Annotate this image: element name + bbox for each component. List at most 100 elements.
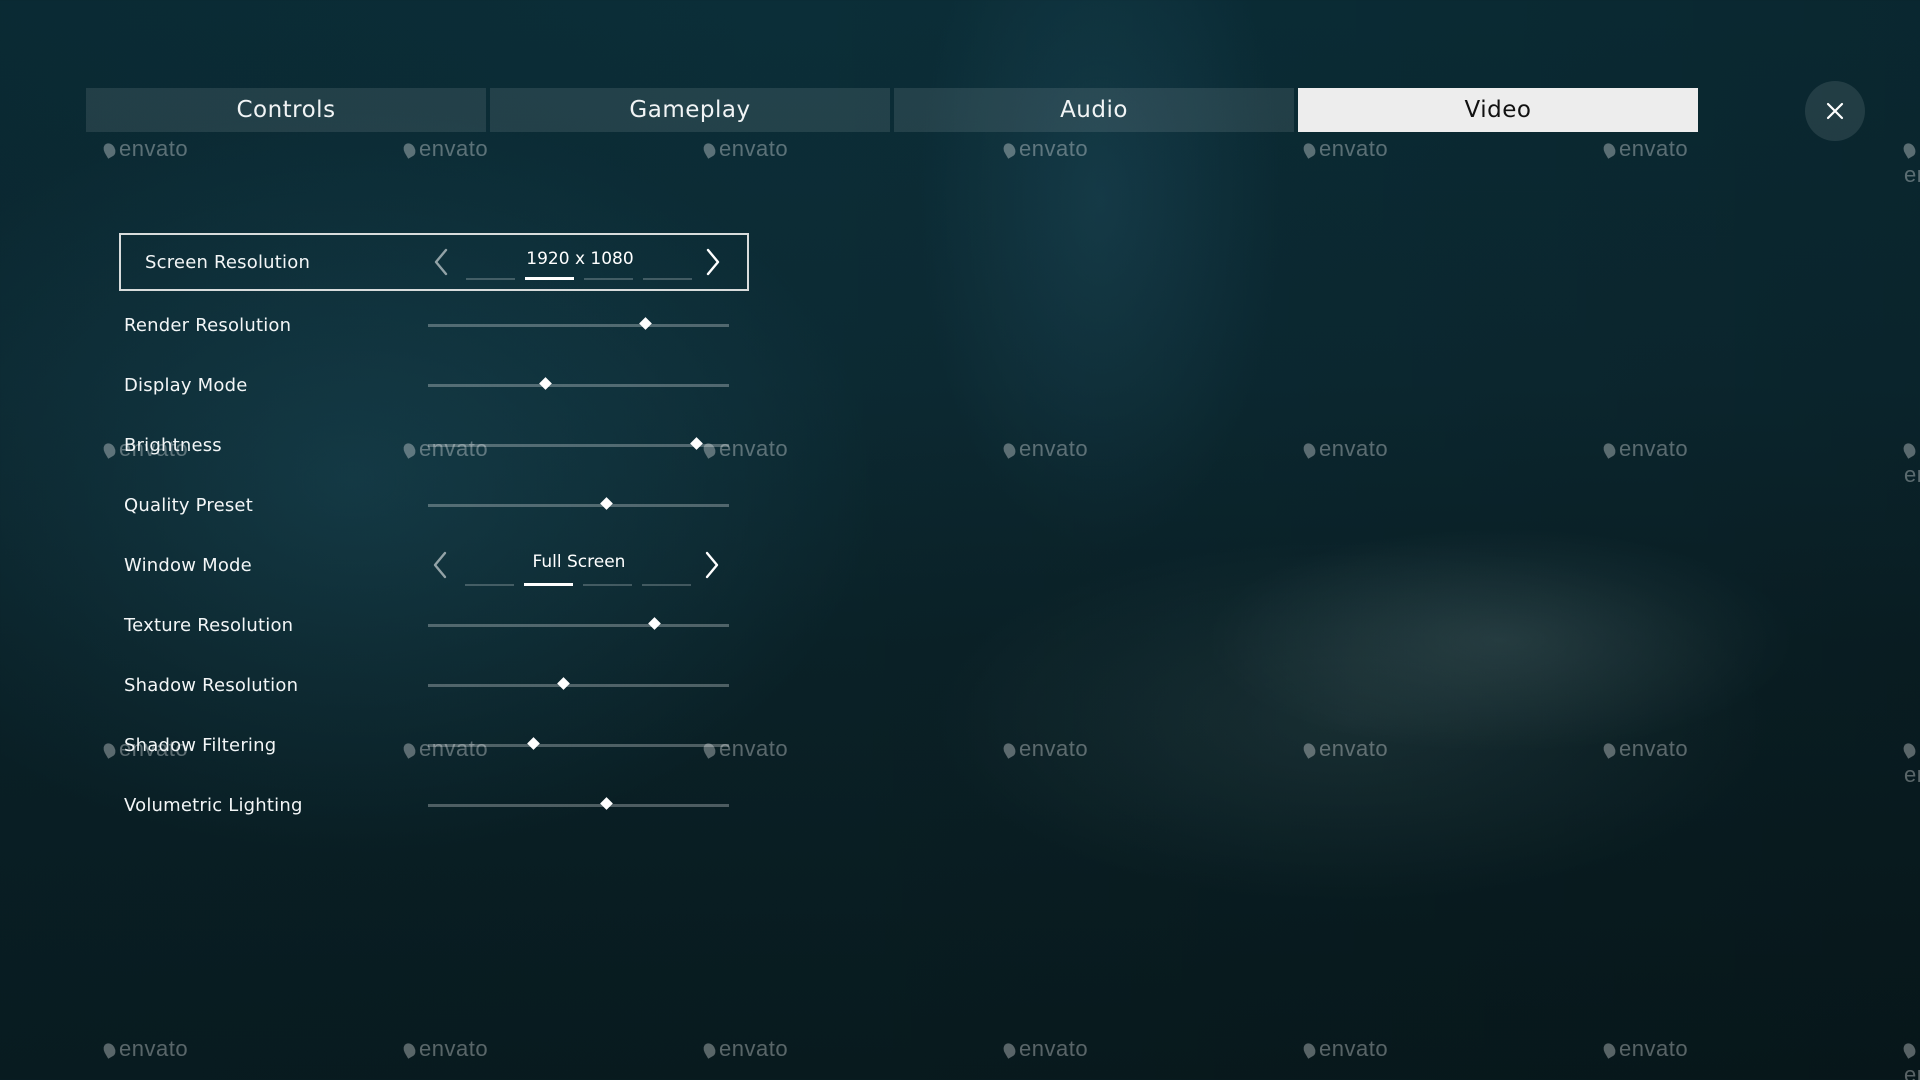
watermark-text: envato (1019, 1036, 1089, 1061)
tab-controls[interactable]: Controls (86, 88, 486, 132)
option-indicator (465, 583, 691, 586)
option-pip (465, 584, 514, 586)
watermark-text: envato (719, 136, 789, 161)
settings-tabs: Controls Gameplay Audio Video (86, 88, 1698, 132)
watermark: envato (1901, 1036, 1920, 1080)
slider-handle[interactable] (539, 377, 553, 390)
watermark: envato (101, 136, 189, 162)
brightness-slider[interactable] (428, 437, 729, 450)
option-pip (525, 277, 574, 280)
chevron-right-icon[interactable] (703, 247, 723, 277)
setting-row-render-resolution[interactable]: Render Resolution (119, 295, 749, 355)
watermark-text: envato (1904, 1062, 1920, 1080)
envato-leaf-icon (401, 141, 418, 159)
watermark-text: envato (1619, 1036, 1689, 1061)
envato-leaf-icon (1601, 741, 1618, 759)
selector-value: Full Screen (532, 552, 626, 572)
slider-handle[interactable] (599, 497, 613, 510)
slider-handle[interactable] (527, 737, 541, 750)
tab-audio[interactable]: Audio (894, 88, 1294, 132)
watermark: envato (1901, 736, 1920, 788)
watermark: envato (1301, 436, 1388, 462)
setting-row-volumetric-lighting[interactable]: Volumetric Lighting (119, 775, 749, 835)
watermark-text: envato (119, 136, 189, 161)
watermark: envato (101, 1036, 189, 1062)
envato-leaf-icon (1001, 441, 1018, 459)
setting-row-display-mode[interactable]: Display Mode (119, 355, 749, 415)
watermark-text: envato (119, 1036, 189, 1061)
watermark: envato (1001, 736, 1088, 762)
watermark-text: envato (1319, 136, 1389, 161)
watermark: envato (1301, 1036, 1388, 1062)
watermark-text: envato (1319, 736, 1389, 761)
envato-leaf-icon (101, 1041, 118, 1059)
watermark-text: envato (1619, 136, 1689, 161)
envato-leaf-icon (701, 141, 718, 159)
watermark: envato (401, 1036, 489, 1062)
watermark: envato (1001, 1036, 1089, 1062)
envato-leaf-icon (1301, 441, 1318, 459)
watermark: envato (1601, 436, 1688, 462)
envato-leaf-icon (701, 1041, 718, 1059)
slider-handle[interactable] (599, 797, 613, 810)
watermark: envato (1001, 136, 1088, 162)
watermark-text: envato (419, 1036, 489, 1061)
slider-handle[interactable] (647, 617, 661, 630)
shadow-resolution-slider[interactable] (428, 677, 729, 690)
watermark-text: envato (1904, 762, 1920, 787)
slider-handle[interactable] (690, 437, 703, 450)
envato-leaf-icon (1001, 741, 1018, 759)
window-mode-selector: Full Screen (424, 535, 734, 595)
envato-leaf-icon (1001, 1041, 1018, 1059)
setting-label: Window Mode (124, 554, 252, 576)
setting-row-window-mode[interactable]: Window Mode Full Screen (119, 535, 749, 595)
envato-leaf-icon (1301, 741, 1318, 759)
display-mode-slider[interactable] (428, 377, 729, 390)
setting-label: Texture Resolution (124, 614, 294, 636)
tab-video[interactable]: Video (1298, 88, 1698, 132)
setting-label: Volumetric Lighting (124, 794, 303, 816)
watermark: envato (1601, 136, 1689, 162)
volumetric-lighting-slider[interactable] (428, 797, 729, 810)
watermark: envato (1601, 736, 1688, 762)
setting-row-shadow-filtering[interactable]: Shadow Filtering (119, 715, 749, 775)
render-resolution-slider[interactable] (428, 317, 729, 330)
envato-leaf-icon (1901, 741, 1918, 759)
envato-leaf-icon (1301, 1041, 1318, 1059)
close-button[interactable] (1805, 81, 1865, 141)
slider-handle[interactable] (638, 317, 652, 330)
option-pip (524, 583, 573, 586)
watermark: envato (701, 1036, 788, 1062)
watermark: envato (1301, 736, 1389, 762)
envato-leaf-icon (101, 741, 118, 759)
chevron-right-icon[interactable] (702, 550, 722, 580)
watermark-text: envato (419, 136, 489, 161)
setting-label: Screen Resolution (145, 251, 311, 273)
envato-leaf-icon (1301, 141, 1318, 159)
option-pip (642, 584, 691, 586)
setting-row-shadow-resolution[interactable]: Shadow Resolution (119, 655, 749, 715)
watermark: envato (401, 136, 489, 162)
setting-label: Display Mode (124, 374, 248, 396)
envato-leaf-icon (1901, 141, 1918, 159)
quality-preset-slider[interactable] (428, 497, 729, 510)
setting-label: Shadow Filtering (124, 734, 277, 756)
watermark: envato (1301, 136, 1389, 162)
shadow-filtering-slider[interactable] (428, 737, 729, 750)
envato-leaf-icon (1001, 141, 1018, 159)
setting-row-brightness[interactable]: Brightness (119, 415, 749, 475)
setting-label: Brightness (124, 434, 222, 456)
slider-handle[interactable] (557, 677, 571, 690)
setting-row-quality-preset[interactable]: Quality Preset (119, 475, 749, 535)
texture-resolution-slider[interactable] (428, 617, 729, 630)
envato-leaf-icon (1601, 141, 1618, 159)
watermark-text: envato (1904, 462, 1920, 487)
option-indicator (466, 277, 692, 280)
setting-row-texture-resolution[interactable]: Texture Resolution (119, 595, 749, 655)
setting-row-screen-resolution[interactable]: Screen Resolution 1920 x 1080 (119, 233, 749, 291)
watermark-text: envato (1019, 436, 1089, 461)
tab-gameplay[interactable]: Gameplay (490, 88, 890, 132)
watermark: envato (1001, 436, 1089, 462)
watermark: envato (1901, 436, 1920, 488)
envato-leaf-icon (1601, 441, 1618, 459)
